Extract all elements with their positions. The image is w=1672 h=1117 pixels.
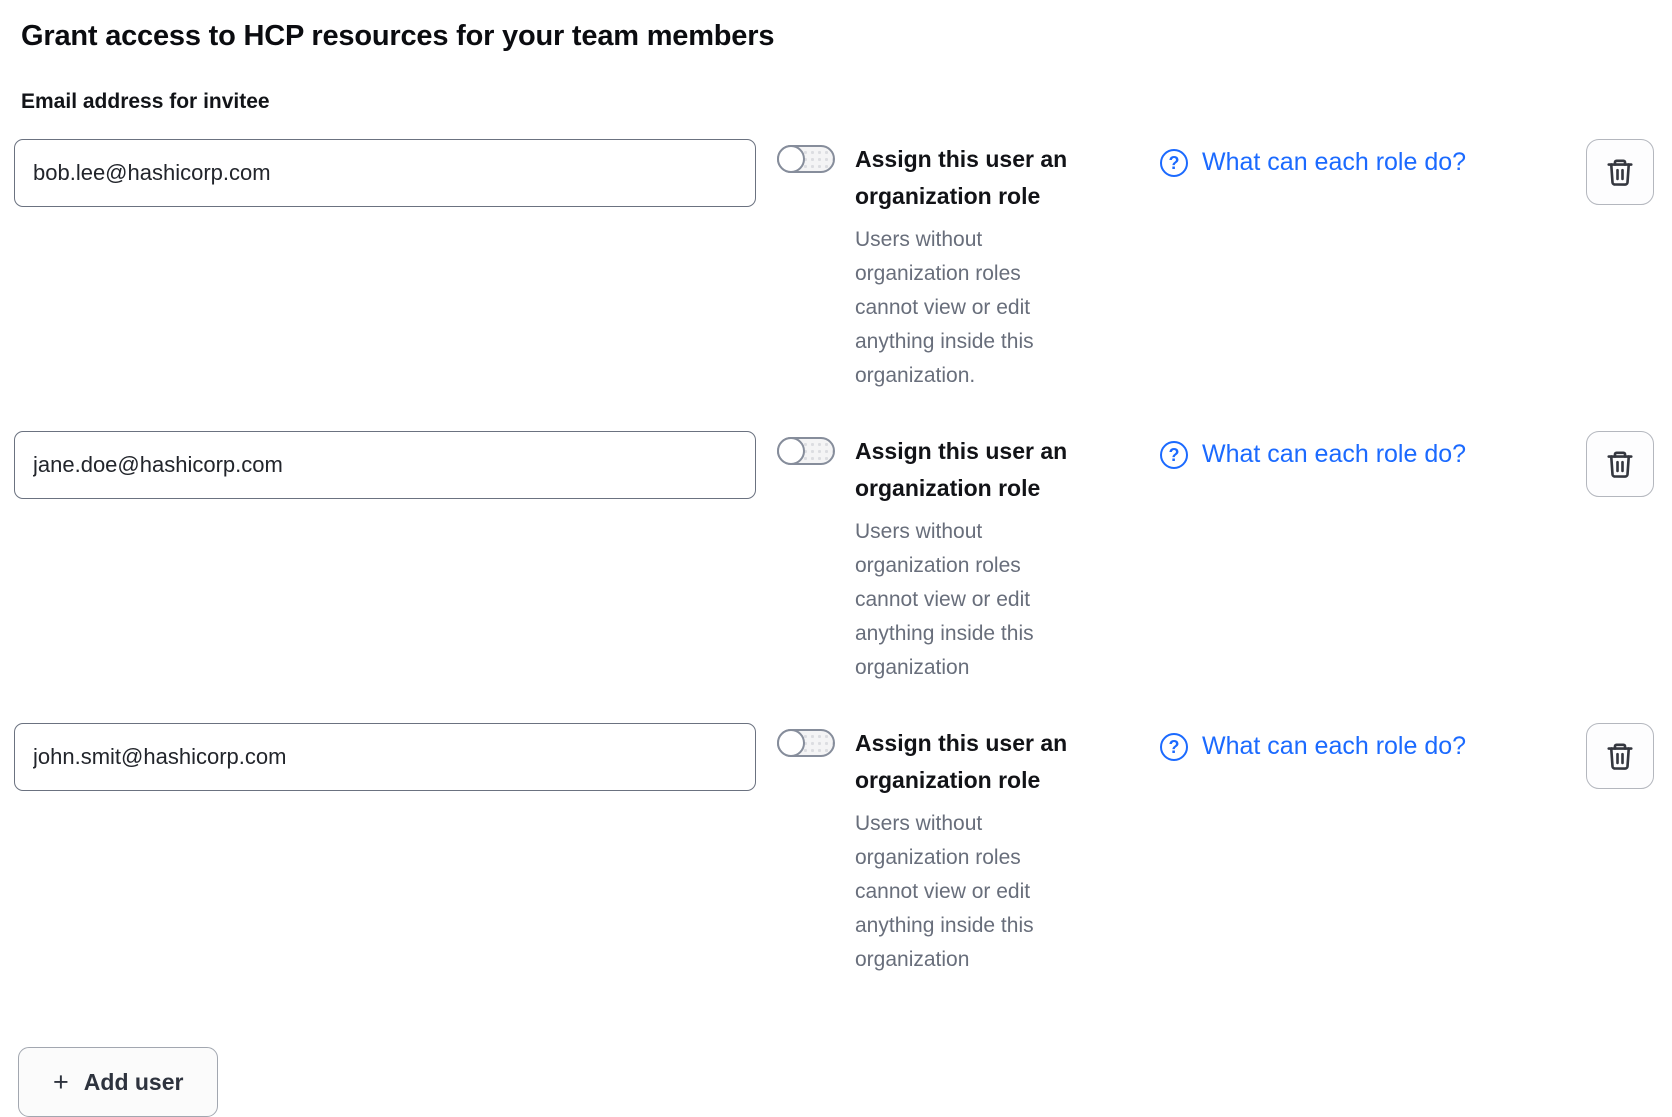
role-help-link[interactable]: ? What can each role do? xyxy=(1160,148,1466,177)
invite-row: Assign this user an organization role Us… xyxy=(14,139,1654,393)
delete-user-button[interactable] xyxy=(1586,431,1654,497)
add-user-button-label: Add user xyxy=(84,1069,184,1096)
question-circle-icon: ? xyxy=(1160,733,1188,761)
assign-role-column: Assign this user an organization role Us… xyxy=(855,723,1115,977)
delete-column xyxy=(1586,723,1654,789)
invite-users-panel: Grant access to HCP resources for your t… xyxy=(0,0,1672,1117)
page-title: Grant access to HCP resources for your t… xyxy=(21,20,1654,53)
add-user-button[interactable]: + Add user xyxy=(18,1047,218,1117)
assign-role-column: Assign this user an organization role Us… xyxy=(855,139,1115,393)
toggle-column xyxy=(777,139,835,173)
assign-role-description: Users without organization roles cannot … xyxy=(855,807,1055,977)
delete-user-button[interactable] xyxy=(1586,723,1654,789)
org-role-toggle[interactable] xyxy=(777,145,835,173)
email-input[interactable] xyxy=(14,723,756,791)
trash-icon xyxy=(1605,740,1635,772)
invite-rows: Assign this user an organization role Us… xyxy=(14,139,1654,977)
assign-role-description: Users without organization roles cannot … xyxy=(855,223,1055,393)
delete-column xyxy=(1586,139,1654,205)
role-help-link[interactable]: ? What can each role do? xyxy=(1160,732,1466,761)
org-role-toggle[interactable] xyxy=(777,729,835,757)
trash-icon xyxy=(1605,448,1635,480)
invite-row: Assign this user an organization role Us… xyxy=(14,431,1654,685)
assign-role-description: Users without organization roles cannot … xyxy=(855,515,1055,685)
role-help-column: ? What can each role do? xyxy=(1160,723,1532,761)
toggle-knob-icon xyxy=(777,145,805,173)
toggle-column xyxy=(777,723,835,757)
question-circle-icon: ? xyxy=(1160,149,1188,177)
email-input[interactable] xyxy=(14,431,756,499)
role-help-column: ? What can each role do? xyxy=(1160,139,1532,177)
toggle-knob-icon xyxy=(777,437,805,465)
role-help-link[interactable]: ? What can each role do? xyxy=(1160,440,1466,469)
toggle-knob-icon xyxy=(777,729,805,757)
role-help-link-label: What can each role do? xyxy=(1202,732,1466,761)
email-column xyxy=(14,723,756,791)
assign-role-label: Assign this user an organization role xyxy=(855,141,1115,215)
invite-row: Assign this user an organization role Us… xyxy=(14,723,1654,977)
trash-icon xyxy=(1605,156,1635,188)
assign-role-label: Assign this user an organization role xyxy=(855,725,1115,799)
email-invitee-label: Email address for invitee xyxy=(21,90,1654,114)
role-help-link-label: What can each role do? xyxy=(1202,148,1466,177)
delete-column xyxy=(1586,431,1654,497)
email-column xyxy=(14,431,756,499)
role-help-column: ? What can each role do? xyxy=(1160,431,1532,469)
role-help-link-label: What can each role do? xyxy=(1202,440,1466,469)
email-input[interactable] xyxy=(14,139,756,207)
plus-icon: + xyxy=(53,1069,69,1096)
toggle-column xyxy=(777,431,835,465)
question-circle-icon: ? xyxy=(1160,441,1188,469)
assign-role-column: Assign this user an organization role Us… xyxy=(855,431,1115,685)
org-role-toggle[interactable] xyxy=(777,437,835,465)
assign-role-label: Assign this user an organization role xyxy=(855,433,1115,507)
delete-user-button[interactable] xyxy=(1586,139,1654,205)
email-column xyxy=(14,139,756,207)
